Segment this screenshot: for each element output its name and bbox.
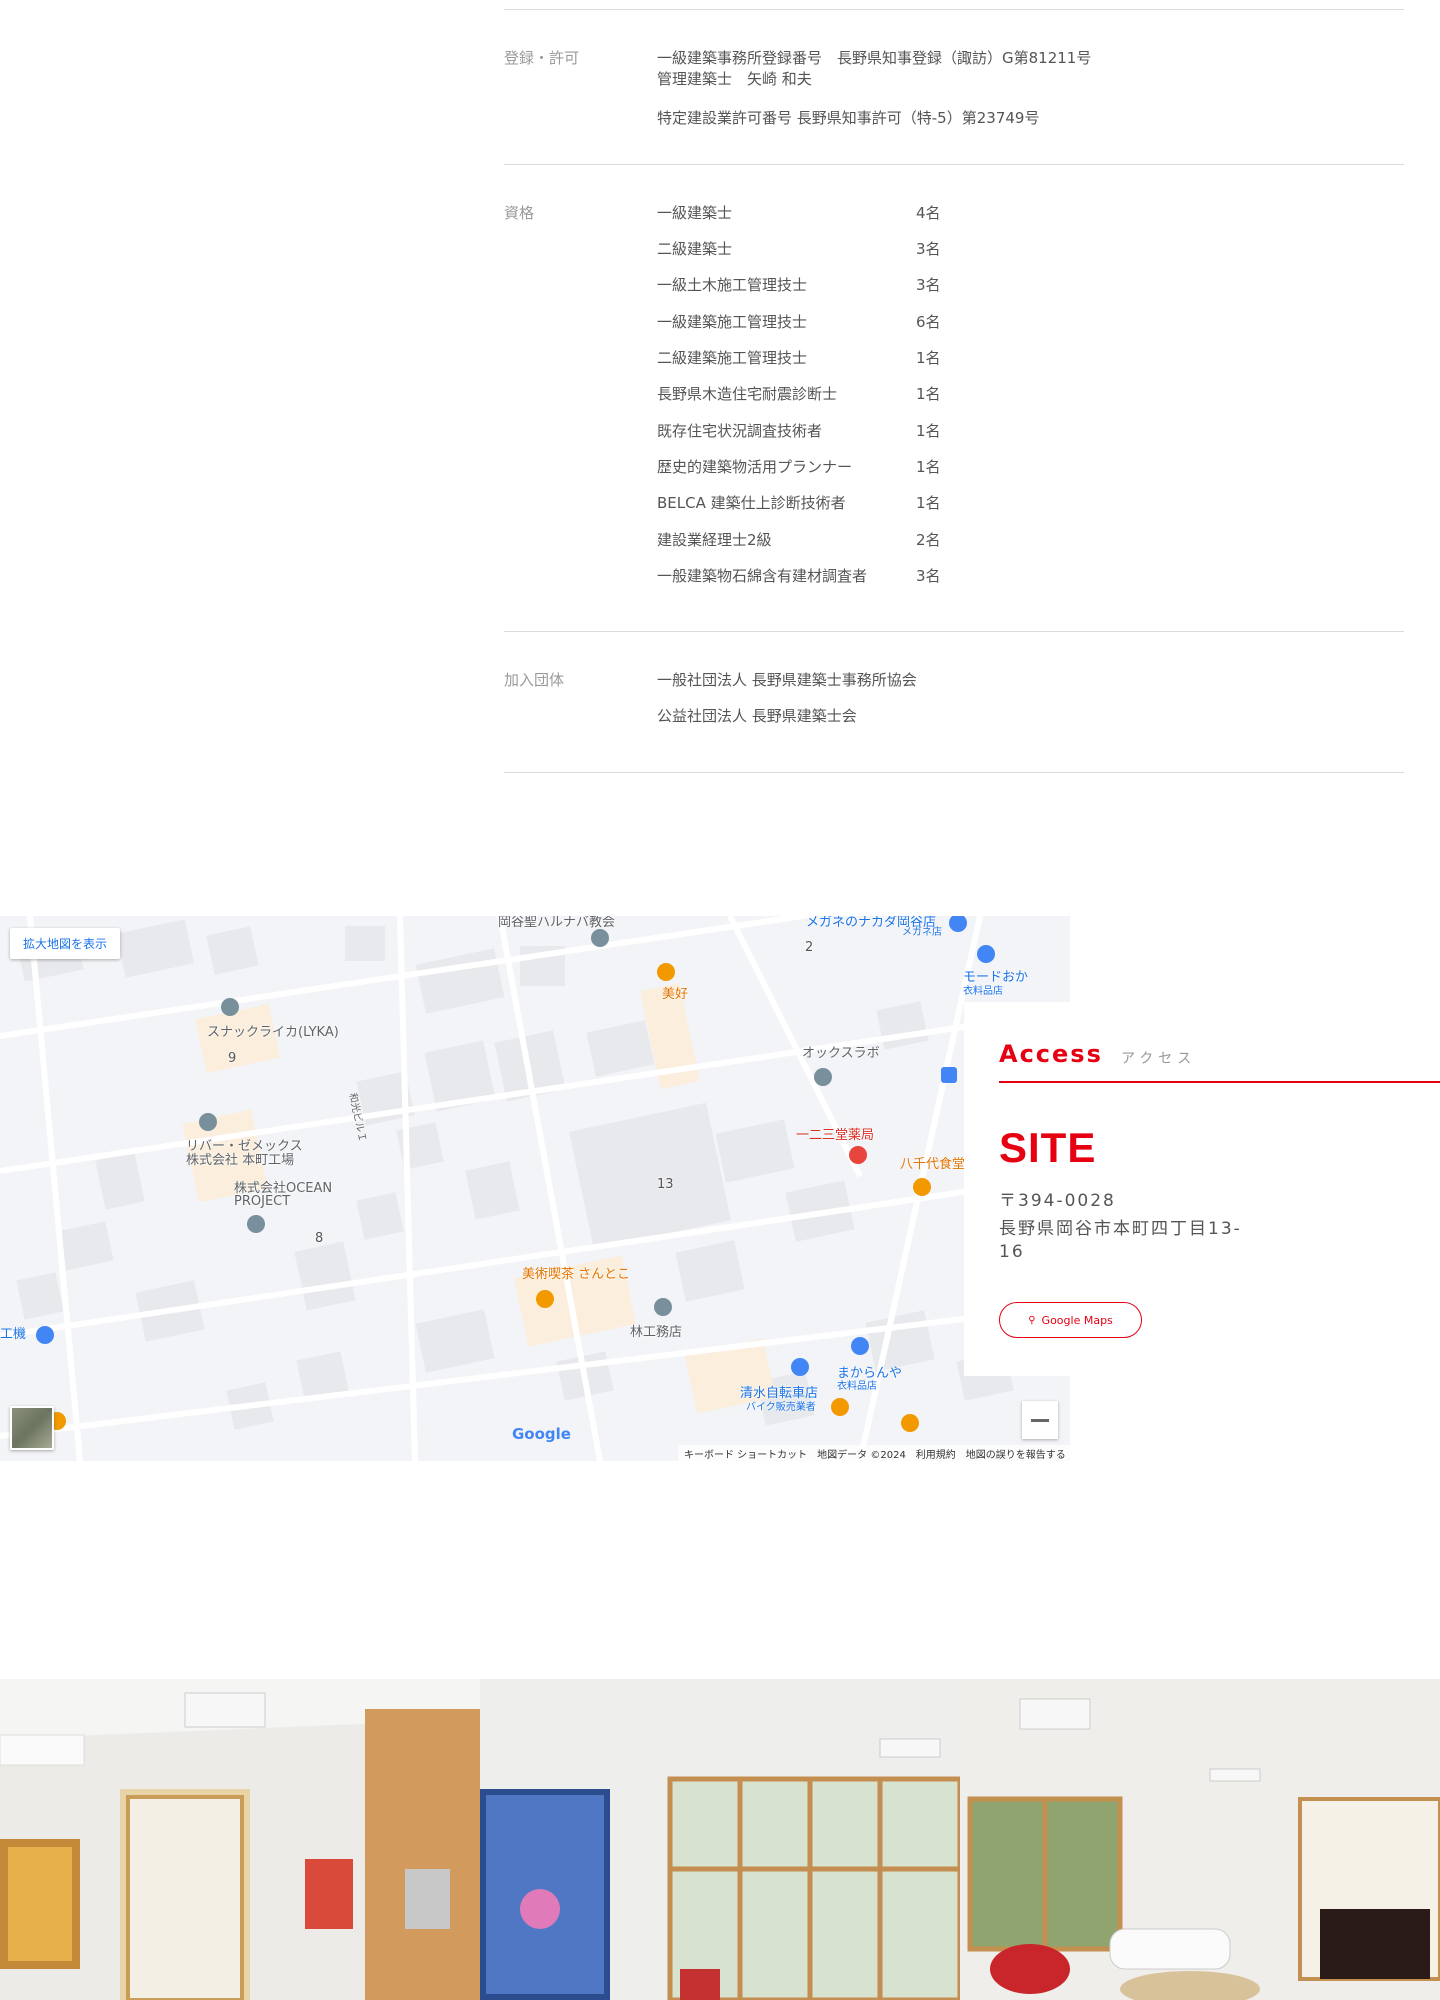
registration-line: 管理建築士 矢崎 和夫 xyxy=(657,70,812,88)
map-label: メガネ店 xyxy=(902,927,942,938)
map-label: 13 xyxy=(657,1177,674,1192)
registration-line: 一級建築事務所登録番号 長野県知事登録（諏訪）G第81211号 xyxy=(657,49,1092,67)
map-label: バイク販売業者 xyxy=(746,1402,816,1413)
qualification-count: 3名 xyxy=(916,276,941,294)
satellite-toggle[interactable] xyxy=(10,1406,54,1450)
map-label: スナックライカ(LYKA) xyxy=(207,1025,339,1040)
divider xyxy=(504,164,1404,165)
interior-photo xyxy=(0,1679,480,2000)
qualification-name: 一般建築物石綿含有建材調査者 xyxy=(657,567,868,585)
map-label: 2 xyxy=(805,940,814,955)
map-label: 工機 xyxy=(0,1327,27,1342)
map-label: 八千代食堂 xyxy=(900,1157,966,1172)
qualification-name: 長野県木造住宅耐震診断士 xyxy=(657,385,838,403)
map-label: 林工務店 xyxy=(630,1325,683,1340)
map-label: まからんや xyxy=(837,1366,903,1381)
qualification-name: 二級建築施工管理技士 xyxy=(657,349,808,367)
qualification-name: 一級建築士 xyxy=(657,204,733,222)
qualification-count: 1名 xyxy=(916,385,941,403)
map-label: モードおか xyxy=(963,970,1029,985)
access-subtitle: アクセス xyxy=(1121,1051,1197,1067)
map-label: 一二三堂薬局 xyxy=(796,1128,875,1143)
map-label: リバー・ゼメックス xyxy=(186,1139,303,1154)
google-map[interactable]: 拡大地図を表示 岡谷聖ハルナバ教会 メガネのナカダ岡谷店 メガネ店 モードおか … xyxy=(0,916,1070,1461)
qualification-name: BELCA 建築仕上診断技術者 xyxy=(657,494,846,512)
access-title: Access xyxy=(999,1040,1103,1068)
qualification-count: 1名 xyxy=(916,349,941,367)
qualification-count: 2名 xyxy=(916,531,941,549)
qualifications-label: 資格 xyxy=(504,204,535,222)
divider xyxy=(504,9,1404,10)
qualification-name: 既存住宅状況調査技術者 xyxy=(657,422,823,440)
google-maps-label: Google Maps xyxy=(1041,1313,1113,1327)
qualification-count: 1名 xyxy=(916,494,941,512)
access-underline xyxy=(999,1081,1440,1083)
divider xyxy=(504,631,1404,632)
qualification-name: 歴史的建築物活用プランナー xyxy=(657,458,853,476)
qualification-count: 1名 xyxy=(916,458,941,476)
map-label: 岡谷聖ハルナバ教会 xyxy=(498,916,616,930)
map-footer: キーボード ショートカット 地図データ ©2024 利用規約 地図の誤りを報告す… xyxy=(678,1445,1070,1461)
qualification-count: 6名 xyxy=(916,313,941,331)
map-label: 衣料品店 xyxy=(963,986,1003,997)
postal-code: 〒394-0028 xyxy=(999,1191,1116,1211)
qualification-name: 一級土木施工管理技士 xyxy=(657,276,808,294)
divider xyxy=(504,772,1404,773)
address-line: 長野県岡谷市本町四丁目13- xyxy=(999,1219,1242,1239)
map-label: 8 xyxy=(315,1231,324,1246)
qualification-name: 建設業経理士2級 xyxy=(657,531,772,549)
map-label: 美術喫茶 さんとこ xyxy=(522,1267,631,1282)
qualification-name: 二級建築士 xyxy=(657,240,733,258)
registration-label: 登録・許可 xyxy=(504,49,580,67)
google-maps-button[interactable]: ⚲ Google Maps xyxy=(999,1302,1142,1338)
interior-photo xyxy=(480,1679,960,2000)
map-label: 衣料品店 xyxy=(837,1381,877,1392)
qualification-count: 1名 xyxy=(916,422,941,440)
registration-line: 特定建設業許可番号 長野県知事許可（特-5）第23749号 xyxy=(657,109,1040,127)
expand-map-button[interactable]: 拡大地図を表示 xyxy=(10,928,121,959)
map-label: 美好 xyxy=(662,987,689,1002)
google-logo: Google xyxy=(512,1425,571,1443)
qualification-count: 4名 xyxy=(916,204,941,222)
interior-photo xyxy=(960,1679,1440,2000)
access-card: Access アクセス SITE 〒394-0028 長野県岡谷市本町四丁目13… xyxy=(964,1002,1440,1376)
qualification-count: 3名 xyxy=(916,567,941,585)
associations-label: 加入団体 xyxy=(504,671,565,689)
map-label: PROJECT xyxy=(234,1194,291,1209)
map-label: 清水自転車店 xyxy=(740,1386,819,1401)
association-item: 一般社団法人 長野県建築士事務所協会 xyxy=(657,671,917,689)
map-label: 9 xyxy=(228,1051,237,1066)
qualification-count: 3名 xyxy=(916,240,941,258)
zoom-out-button[interactable] xyxy=(1022,1401,1058,1439)
address-line: 16 xyxy=(999,1242,1025,1262)
qualification-name: 一級建築施工管理技士 xyxy=(657,313,808,331)
map-pin-icon: ⚲ xyxy=(1028,1314,1036,1326)
map-canvas xyxy=(0,916,1070,1461)
association-item: 公益社団法人 長野県建築士会 xyxy=(657,707,857,725)
map-label: オックスラボ xyxy=(802,1046,880,1061)
site-logo: SITE xyxy=(999,1124,1097,1171)
map-label: 株式会社 本町工場 xyxy=(186,1153,295,1168)
